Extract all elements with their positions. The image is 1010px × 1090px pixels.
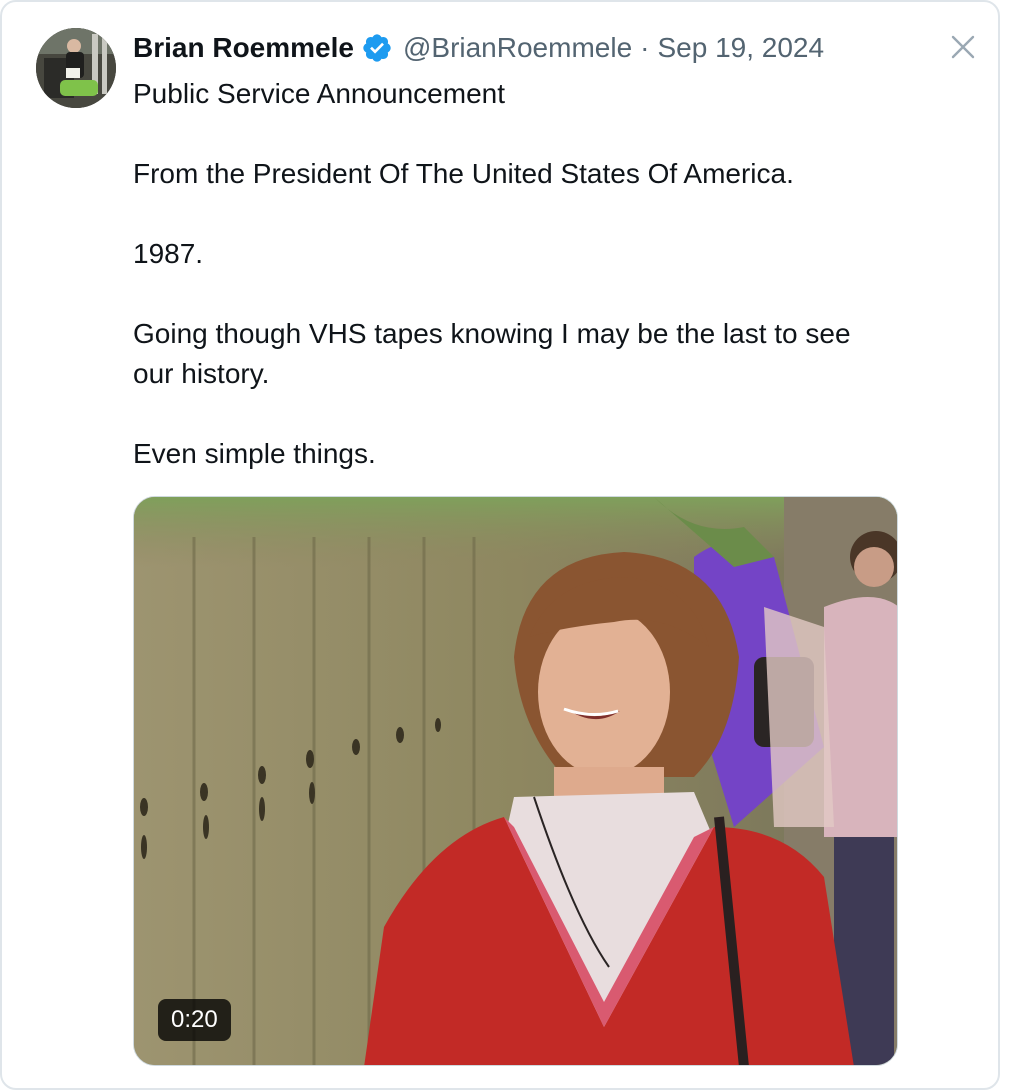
tweet-date[interactable]: Sep 19, 2024 (657, 32, 824, 64)
tweet-card: Brian Roemmele @BrianRoemmele · Sep 19, … (0, 0, 1000, 1090)
tweet-text: Public Service Announcement From the Pre… (133, 74, 893, 474)
tweet-paragraph: Public Service Announcement (133, 78, 505, 109)
separator-dot: · (640, 32, 650, 63)
avatar[interactable] (36, 28, 116, 108)
video-player[interactable]: 0:20 (133, 496, 898, 1066)
tweet-paragraph: Going though VHS tapes knowing I may be … (133, 318, 851, 389)
verified-badge-icon (361, 32, 393, 64)
tweet-paragraph: Even simple things. (133, 438, 376, 469)
tweet-paragraph: From the President Of The United States … (133, 158, 794, 189)
author-name[interactable]: Brian Roemmele (133, 32, 354, 64)
avatar-image (36, 28, 116, 108)
video-thumbnail (134, 497, 897, 1065)
author-handle[interactable]: @BrianRoemmele (403, 32, 632, 64)
tweet-paragraph: 1987. (133, 238, 204, 269)
tweet-header: Brian Roemmele @BrianRoemmele · Sep 19, … (133, 28, 824, 68)
close-icon (951, 35, 975, 59)
video-duration-badge: 0:20 (158, 999, 231, 1041)
close-button[interactable] (944, 28, 982, 66)
